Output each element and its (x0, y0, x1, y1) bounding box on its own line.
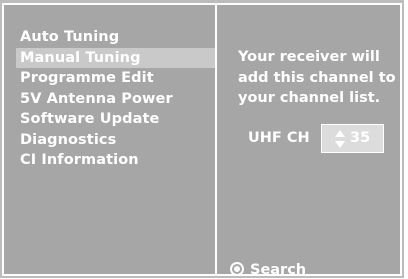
manual-tuning-panel: Your receiver will add this channel to y… (217, 5, 400, 278)
setup-menu-frame: Auto Tuning Manual Tuning Programme Edit… (2, 3, 402, 278)
menu-item-programme-edit[interactable]: Programme Edit (16, 68, 215, 89)
menu-item-auto-tuning[interactable]: Auto Tuning (16, 27, 215, 48)
menu-item-software-update[interactable]: Software Update (16, 109, 215, 130)
channel-row: UHF CH 35 (248, 123, 398, 154)
menu-item-ci-information[interactable]: CI Information (16, 150, 215, 171)
menu-panel: Auto Tuning Manual Tuning Programme Edit… (4, 5, 215, 274)
menu-item-manual-tuning[interactable]: Manual Tuning (16, 47, 215, 68)
channel-stepper[interactable]: 35 (321, 124, 384, 153)
menu-item-diagnostics[interactable]: Diagnostics (16, 130, 215, 151)
select-circle-icon (230, 262, 244, 276)
up-down-arrows-icon[interactable] (335, 130, 345, 148)
info-message-line-2: add this channel to (238, 69, 396, 86)
tv-screen: Auto Tuning Manual Tuning Programme Edit… (0, 0, 404, 278)
search-label: Search (250, 262, 307, 278)
channel-value: 35 (350, 130, 371, 146)
menu-item-5v-antenna-power[interactable]: 5V Antenna Power (16, 89, 215, 110)
setup-menu: Auto Tuning Manual Tuning Programme Edit… (16, 27, 215, 171)
info-message-line-1: Your receiver will (238, 49, 380, 65)
info-message-line-3: your channel list. (238, 90, 381, 106)
channel-label: UHF CH (248, 130, 310, 146)
info-message: Your receiver will add this channel to y… (238, 47, 398, 109)
